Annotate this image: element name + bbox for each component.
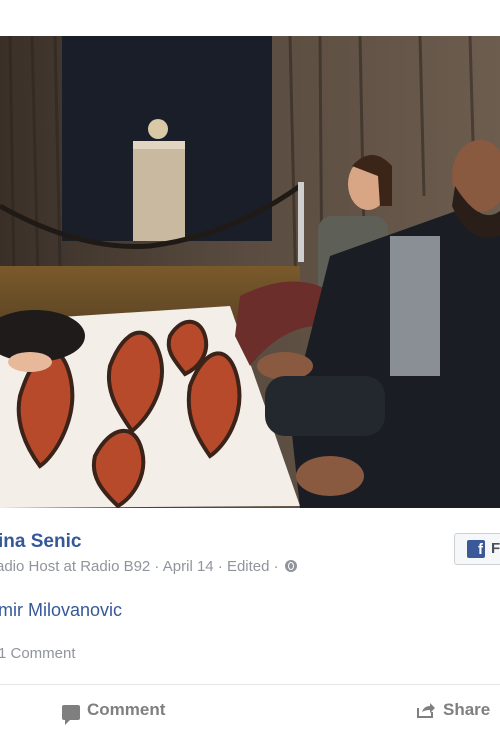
post-meta-text: adio Host at Radio B92 · April 14 · Edit… <box>0 558 279 575</box>
post-photo[interactable] <box>0 36 500 508</box>
comment-icon <box>62 704 80 725</box>
share-icon <box>416 702 436 718</box>
action-divider <box>0 684 500 685</box>
post-author-name[interactable]: ina Senic <box>0 531 81 553</box>
share-button[interactable]: Share <box>416 700 490 720</box>
comments-count[interactable]: 1 Comment <box>0 645 76 662</box>
comment-button-label: Comment <box>87 700 166 719</box>
post-tagged-person[interactable]: mir Milovanovic <box>0 600 122 621</box>
globe-icon <box>284 560 297 572</box>
post-meta: adio Host at Radio B92 · April 14 · Edit… <box>0 558 297 575</box>
share-button-label: Share <box>443 700 491 719</box>
facebook-icon: f <box>467 540 485 558</box>
facebook-follow-button[interactable]: f F <box>454 533 500 565</box>
facebook-button-label: F <box>491 540 500 557</box>
comment-button[interactable]: Comment <box>62 700 166 725</box>
